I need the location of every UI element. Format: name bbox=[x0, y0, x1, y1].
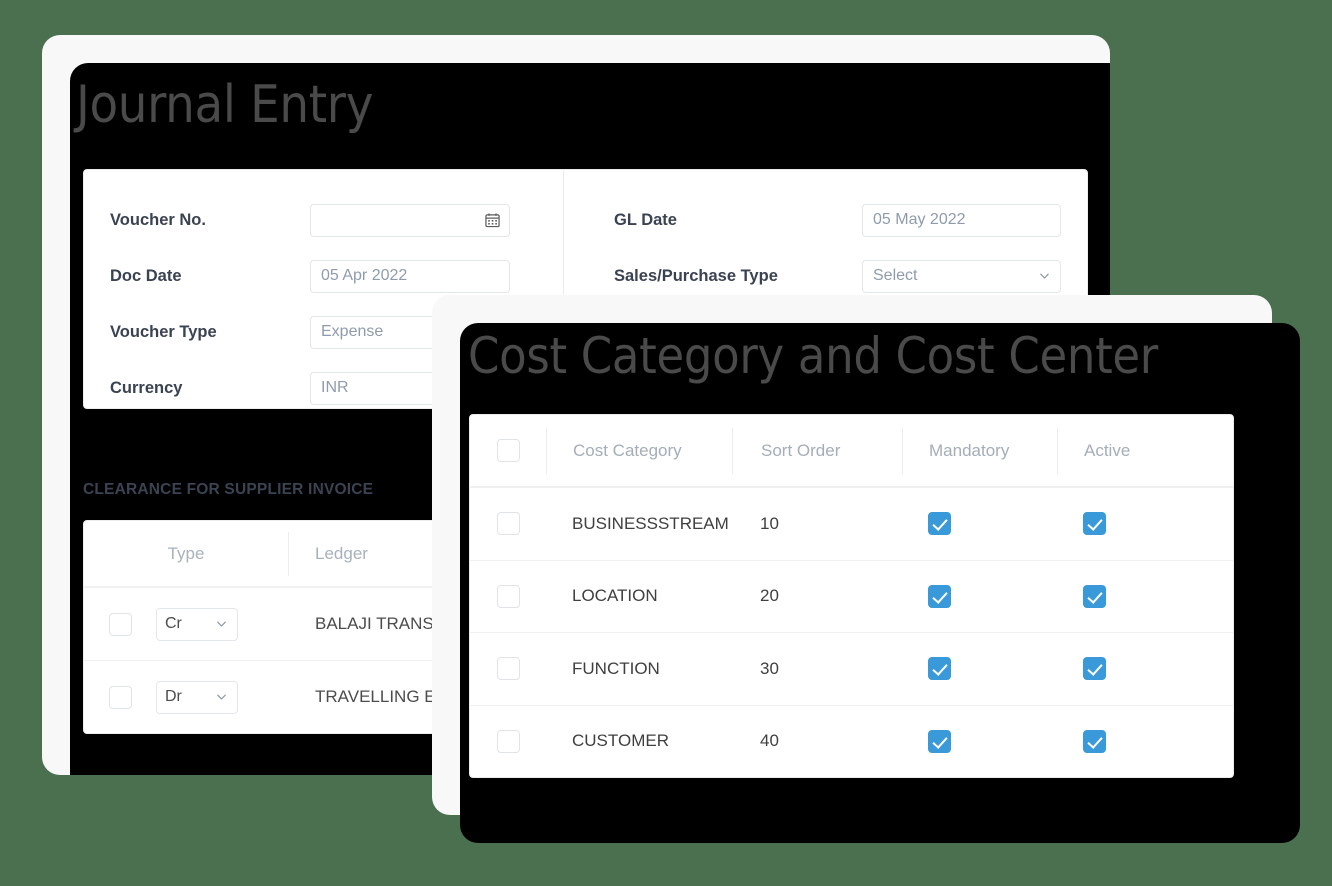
chevron-down-icon[interactable] bbox=[1039, 271, 1050, 282]
calendar-icon[interactable] bbox=[485, 213, 500, 228]
active-checkbox[interactable] bbox=[1083, 512, 1106, 536]
row-checkbox[interactable] bbox=[496, 512, 520, 536]
voucher-no-input[interactable] bbox=[310, 203, 510, 237]
cell-active bbox=[1057, 729, 1233, 753]
type-select-value: Cr bbox=[165, 615, 182, 632]
row-checkbox[interactable] bbox=[496, 584, 520, 608]
mandatory-checkbox[interactable] bbox=[928, 512, 951, 536]
row-checkbox-cell bbox=[470, 512, 546, 536]
active-checkbox[interactable] bbox=[1083, 657, 1106, 681]
row-checkbox[interactable] bbox=[496, 729, 520, 753]
cell-sort-order: 30 bbox=[760, 658, 779, 678]
sales-purchase-type-select[interactable]: Select bbox=[862, 259, 1061, 293]
label-currency: Currency bbox=[110, 378, 183, 397]
cell-sort-order: 20 bbox=[760, 586, 779, 606]
select-all-cell bbox=[470, 428, 546, 474]
row-checkbox[interactable] bbox=[496, 657, 520, 681]
cell-cost-category: LOCATION bbox=[572, 586, 658, 606]
cell-sort-order: 10 bbox=[760, 513, 779, 533]
row-checkbox-cell bbox=[470, 729, 546, 753]
cell-active bbox=[1057, 584, 1233, 608]
cell-mandatory bbox=[902, 657, 1057, 681]
table-row[interactable]: CUSTOMER 40 bbox=[470, 704, 1233, 778]
mandatory-checkbox[interactable] bbox=[928, 584, 951, 608]
cell-active bbox=[1057, 657, 1233, 681]
currency-value: INR bbox=[321, 379, 349, 396]
sales-purchase-type-value: Select bbox=[873, 267, 918, 284]
label-voucher-no: Voucher No. bbox=[110, 210, 206, 229]
cell-mandatory bbox=[902, 512, 1057, 536]
row-checkbox[interactable] bbox=[108, 612, 132, 636]
page-title: Cost Category and Cost Center bbox=[468, 327, 1158, 385]
cell-cost-category: BUSINESSSTREAM bbox=[572, 513, 729, 533]
column-header-cost-category[interactable]: Cost Category bbox=[546, 427, 732, 474]
cost-category-table-header: Cost Category Sort Order Mandatory Activ… bbox=[470, 415, 1233, 487]
cell-mandatory bbox=[902, 729, 1057, 753]
active-checkbox[interactable] bbox=[1083, 729, 1106, 753]
gl-date-value: 05 May 2022 bbox=[873, 211, 966, 228]
page-title: Journal Entry bbox=[76, 75, 374, 135]
chevron-down-icon[interactable] bbox=[216, 692, 227, 703]
cell-cost-category: CUSTOMER bbox=[572, 731, 669, 751]
row-checkbox-cell bbox=[84, 685, 156, 709]
field-row-voucher-no: Voucher No. bbox=[110, 192, 537, 248]
label-doc-date: Doc Date bbox=[110, 266, 182, 285]
label-sales-purchase-type: Sales/Purchase Type bbox=[614, 266, 778, 285]
column-header-active[interactable]: Active bbox=[1057, 427, 1233, 474]
type-select[interactable]: Cr bbox=[156, 607, 238, 641]
field-row-gl-date: GL Date 05 May 2022 bbox=[614, 192, 1061, 248]
cell-active bbox=[1057, 512, 1233, 536]
gl-date-input[interactable]: 05 May 2022 bbox=[862, 203, 1061, 237]
row-checkbox-cell bbox=[470, 584, 546, 608]
type-select-value: Dr bbox=[165, 688, 182, 705]
doc-date-input[interactable]: 05 Apr 2022 bbox=[310, 259, 510, 293]
cost-category-panel: Cost Category and Cost Center Cost Categ… bbox=[432, 295, 1300, 843]
active-checkbox[interactable] bbox=[1083, 584, 1106, 608]
type-select[interactable]: Dr bbox=[156, 680, 238, 714]
chevron-down-icon[interactable] bbox=[216, 619, 227, 630]
column-header-sort-order[interactable]: Sort Order bbox=[732, 427, 902, 474]
table-row[interactable]: BUSINESSSTREAM 10 bbox=[470, 487, 1233, 560]
row-type-cell: Cr bbox=[156, 607, 289, 641]
label-gl-date: GL Date bbox=[614, 210, 677, 229]
voucher-type-value: Expense bbox=[321, 323, 384, 340]
row-checkbox-cell bbox=[470, 657, 546, 681]
cell-mandatory bbox=[902, 584, 1057, 608]
mandatory-checkbox[interactable] bbox=[928, 657, 951, 681]
table-row[interactable]: LOCATION 20 bbox=[470, 559, 1233, 633]
column-header-type[interactable]: Type bbox=[84, 531, 289, 576]
doc-date-value: 05 Apr 2022 bbox=[321, 267, 408, 284]
select-all-checkbox[interactable] bbox=[496, 439, 520, 462]
section-title-clearance: CLEARANCE FOR SUPPLIER INVOICE bbox=[83, 481, 374, 498]
cell-cost-category: FUNCTION bbox=[572, 658, 660, 678]
column-header-mandatory[interactable]: Mandatory bbox=[902, 427, 1057, 474]
row-type-cell: Dr bbox=[156, 680, 289, 714]
row-checkbox[interactable] bbox=[108, 685, 132, 709]
label-voucher-type: Voucher Type bbox=[110, 322, 217, 341]
table-row[interactable]: FUNCTION 30 bbox=[470, 632, 1233, 705]
cell-sort-order: 40 bbox=[760, 731, 779, 751]
cost-category-table: Cost Category Sort Order Mandatory Activ… bbox=[469, 414, 1234, 778]
mandatory-checkbox[interactable] bbox=[928, 729, 951, 753]
row-checkbox-cell bbox=[84, 612, 156, 636]
